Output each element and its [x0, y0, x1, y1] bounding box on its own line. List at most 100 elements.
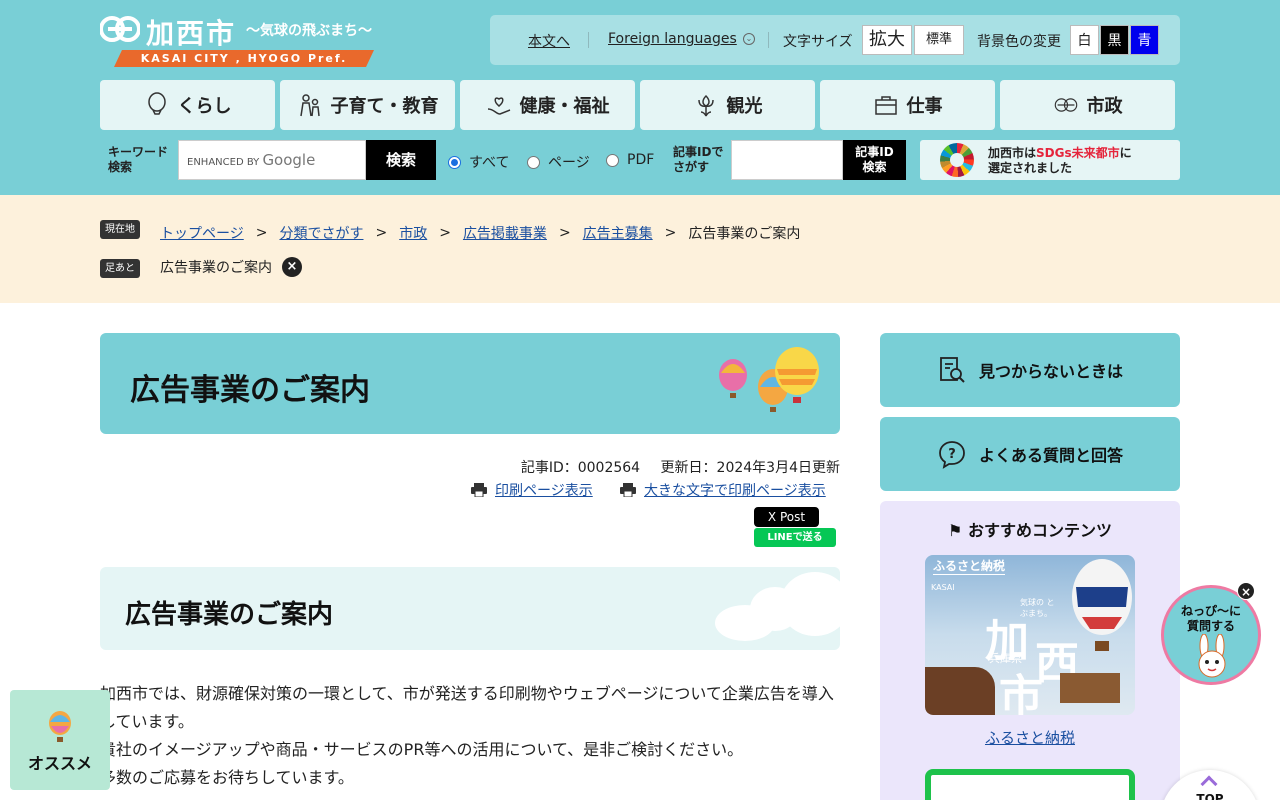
not-found-button[interactable]: 見つからないときは	[880, 333, 1180, 407]
label-line: さがす	[673, 160, 710, 174]
question-bubble-icon: ?	[939, 441, 965, 469]
foreign-languages-link[interactable]: Foreign languages	[608, 31, 737, 47]
bg-black-button[interactable]: 黒	[1100, 25, 1129, 55]
site-logo[interactable]: 加西市 〜気球の飛ぶまち〜 KASAI CITY , HYOGO Pref.	[100, 12, 375, 68]
food-image	[925, 667, 995, 715]
radio-dot[interactable]	[606, 153, 619, 167]
nav-kosodate[interactable]: 子育て・教育	[280, 80, 455, 130]
print-link-text[interactable]: 印刷ページ表示	[495, 480, 593, 500]
x-post-button[interactable]: X Post	[754, 507, 819, 527]
history-item[interactable]: 広告事業のご案内	[160, 257, 272, 277]
banner-char: 市	[999, 671, 1043, 715]
breadcrumb-top[interactable]: トップページ	[160, 223, 244, 243]
skip-to-content-link[interactable]: 本文へ	[528, 31, 570, 51]
heart-hand-icon	[487, 97, 510, 115]
logo-name: 加西市	[146, 17, 237, 50]
faq-button[interactable]: ? よくある質問と回答	[880, 417, 1180, 491]
nav-shisei[interactable]: 市政	[1000, 80, 1175, 130]
print-page-link[interactable]: 印刷ページ表示	[471, 480, 593, 500]
print-large-page-link[interactable]: 大きな文字で印刷ページ表示	[620, 480, 826, 500]
nav-kurashi[interactable]: くらし	[100, 80, 275, 130]
print-large-link-text[interactable]: 大きな文字で印刷ページ表示	[644, 480, 826, 500]
breadcrumb-separator: >	[558, 225, 571, 241]
radio-label: すべて	[469, 155, 510, 171]
site-header: 加西市 〜気球の飛ぶまち〜 KASAI CITY , HYOGO Pref. 本…	[0, 0, 1280, 195]
document-search-icon	[940, 357, 965, 383]
sdgs-text: 加西市はSDGs未来都市に 選定されました	[988, 146, 1132, 176]
sdgs-post: に	[1119, 146, 1132, 160]
svg-text:?: ?	[948, 447, 956, 462]
breadcrumb-shisei[interactable]: 市政	[399, 223, 427, 243]
nav-shigoto[interactable]: 仕事	[820, 80, 995, 130]
search-button[interactable]: 検索	[366, 140, 436, 180]
green-banner[interactable]	[925, 769, 1135, 800]
bg-white-button[interactable]: 白	[1070, 25, 1099, 55]
banner-kasai: KASAI	[931, 583, 955, 592]
breadcrumb-current: 広告事業のご案内	[688, 226, 801, 242]
keyword-search-label: キーワード 検索	[108, 145, 168, 175]
breadcrumb-separator: >	[375, 225, 388, 241]
furusato-link-text[interactable]: ふるさと納税	[985, 729, 1075, 747]
page-title: 広告事業のご案内	[130, 373, 370, 408]
font-standard-button[interactable]: 標準	[914, 25, 964, 55]
logo-catch: 〜気球の飛ぶまち〜	[246, 23, 372, 39]
sdgs-pre: 加西市は	[988, 146, 1037, 160]
nav-kenko[interactable]: 健康・福祉	[460, 80, 635, 130]
font-enlarge-button[interactable]: 拡大	[862, 25, 912, 55]
furniture-image	[1060, 673, 1120, 703]
chatbot-close-icon[interactable]: ×	[1237, 582, 1255, 600]
sdgs-highlight: SDGs未来都市	[1036, 146, 1120, 160]
line-share-button[interactable]: LINEで送る	[754, 528, 836, 547]
furusato-banner[interactable]: ふるさと納税 KASAI 加 西 市 兵庫県 気球の とぶまち。	[925, 555, 1135, 715]
article-id-input[interactable]	[731, 140, 843, 180]
sdgs-banner[interactable]: 加西市はSDGs未来都市に 選定されました	[920, 140, 1180, 180]
breadcrumb-separator: >	[439, 225, 451, 241]
city-logo-icon	[1054, 98, 1077, 112]
printer-icon	[471, 483, 487, 497]
utility-bar: 本文へ Foreign languages ⌄ 文字サイズ 拡大 標準 背景色の…	[490, 15, 1180, 65]
article-body: 加西市では、財源確保対策の一環として、市が発送する印刷物やウェブページについて企…	[100, 680, 840, 792]
not-found-label: 見つからないときは	[978, 362, 1123, 381]
history-row: 広告事業のご案内 ×	[160, 257, 302, 277]
article-meta: 記事ID：0002564 更新日：2024年3月4日更新	[521, 457, 840, 477]
breadcrumb-ad-business[interactable]: 広告掲載事業	[463, 223, 547, 243]
furusato-link[interactable]: ふるさと納税	[880, 727, 1180, 748]
nav-label: 仕事	[906, 96, 943, 117]
osusume-button[interactable]: オススメ	[10, 690, 110, 790]
search-input[interactable]: ENHANCED BY Google	[178, 140, 366, 180]
section-heading: 広告事業のご案内	[125, 600, 334, 630]
close-icon[interactable]: ×	[282, 257, 302, 277]
radio-all[interactable]: すべて	[448, 152, 509, 172]
nav-label: 市政	[1086, 96, 1123, 117]
kasai-logo-icon	[100, 16, 140, 42]
current-location-tag: 現在地	[100, 220, 140, 239]
enhanced-by-text: ENHANCED BY	[187, 157, 260, 168]
banner-pref: 兵庫県	[989, 652, 1022, 665]
page-title-box: 広告事業のご案内	[100, 333, 840, 434]
sdgs-wheel-icon	[940, 143, 974, 177]
history-tag: 足あと	[100, 259, 140, 278]
logo-band: KASAI CITY , HYOGO Pref.	[114, 50, 374, 67]
nav-kanko[interactable]: 観光	[640, 80, 815, 130]
radio-pdf[interactable]: PDF	[606, 152, 654, 168]
breadcrumb-category[interactable]: 分類でさがす	[279, 223, 363, 243]
radio-dot[interactable]	[527, 155, 540, 169]
bg-blue-button[interactable]: 青	[1130, 25, 1159, 55]
button-line: 記事ID	[855, 145, 894, 159]
nav-label: 観光	[726, 96, 763, 117]
radio-dot[interactable]	[448, 155, 461, 169]
recommended-content: ⚑ おすすめコンテンツ ふるさと納税 KASAI 加 西 市 兵庫県 気球の と…	[880, 501, 1180, 800]
font-size-label: 文字サイズ	[783, 34, 853, 50]
article-id-search-button[interactable]: 記事ID 検索	[843, 140, 906, 180]
family-icon	[299, 94, 320, 117]
chevron-down-icon[interactable]: ⌄	[743, 33, 755, 45]
google-text: Google	[262, 151, 316, 169]
radio-page[interactable]: ページ	[527, 152, 590, 172]
nav-label: 健康・福祉	[519, 96, 610, 117]
briefcase-icon	[874, 96, 897, 115]
button-line: 検索	[862, 160, 887, 174]
chatbot-label: ねっぴ〜に 質問する	[1164, 604, 1258, 634]
breadcrumb-separator: >	[255, 225, 268, 241]
radio-label: ページ	[548, 155, 590, 171]
breadcrumb-advertiser[interactable]: 広告主募集	[583, 223, 653, 243]
